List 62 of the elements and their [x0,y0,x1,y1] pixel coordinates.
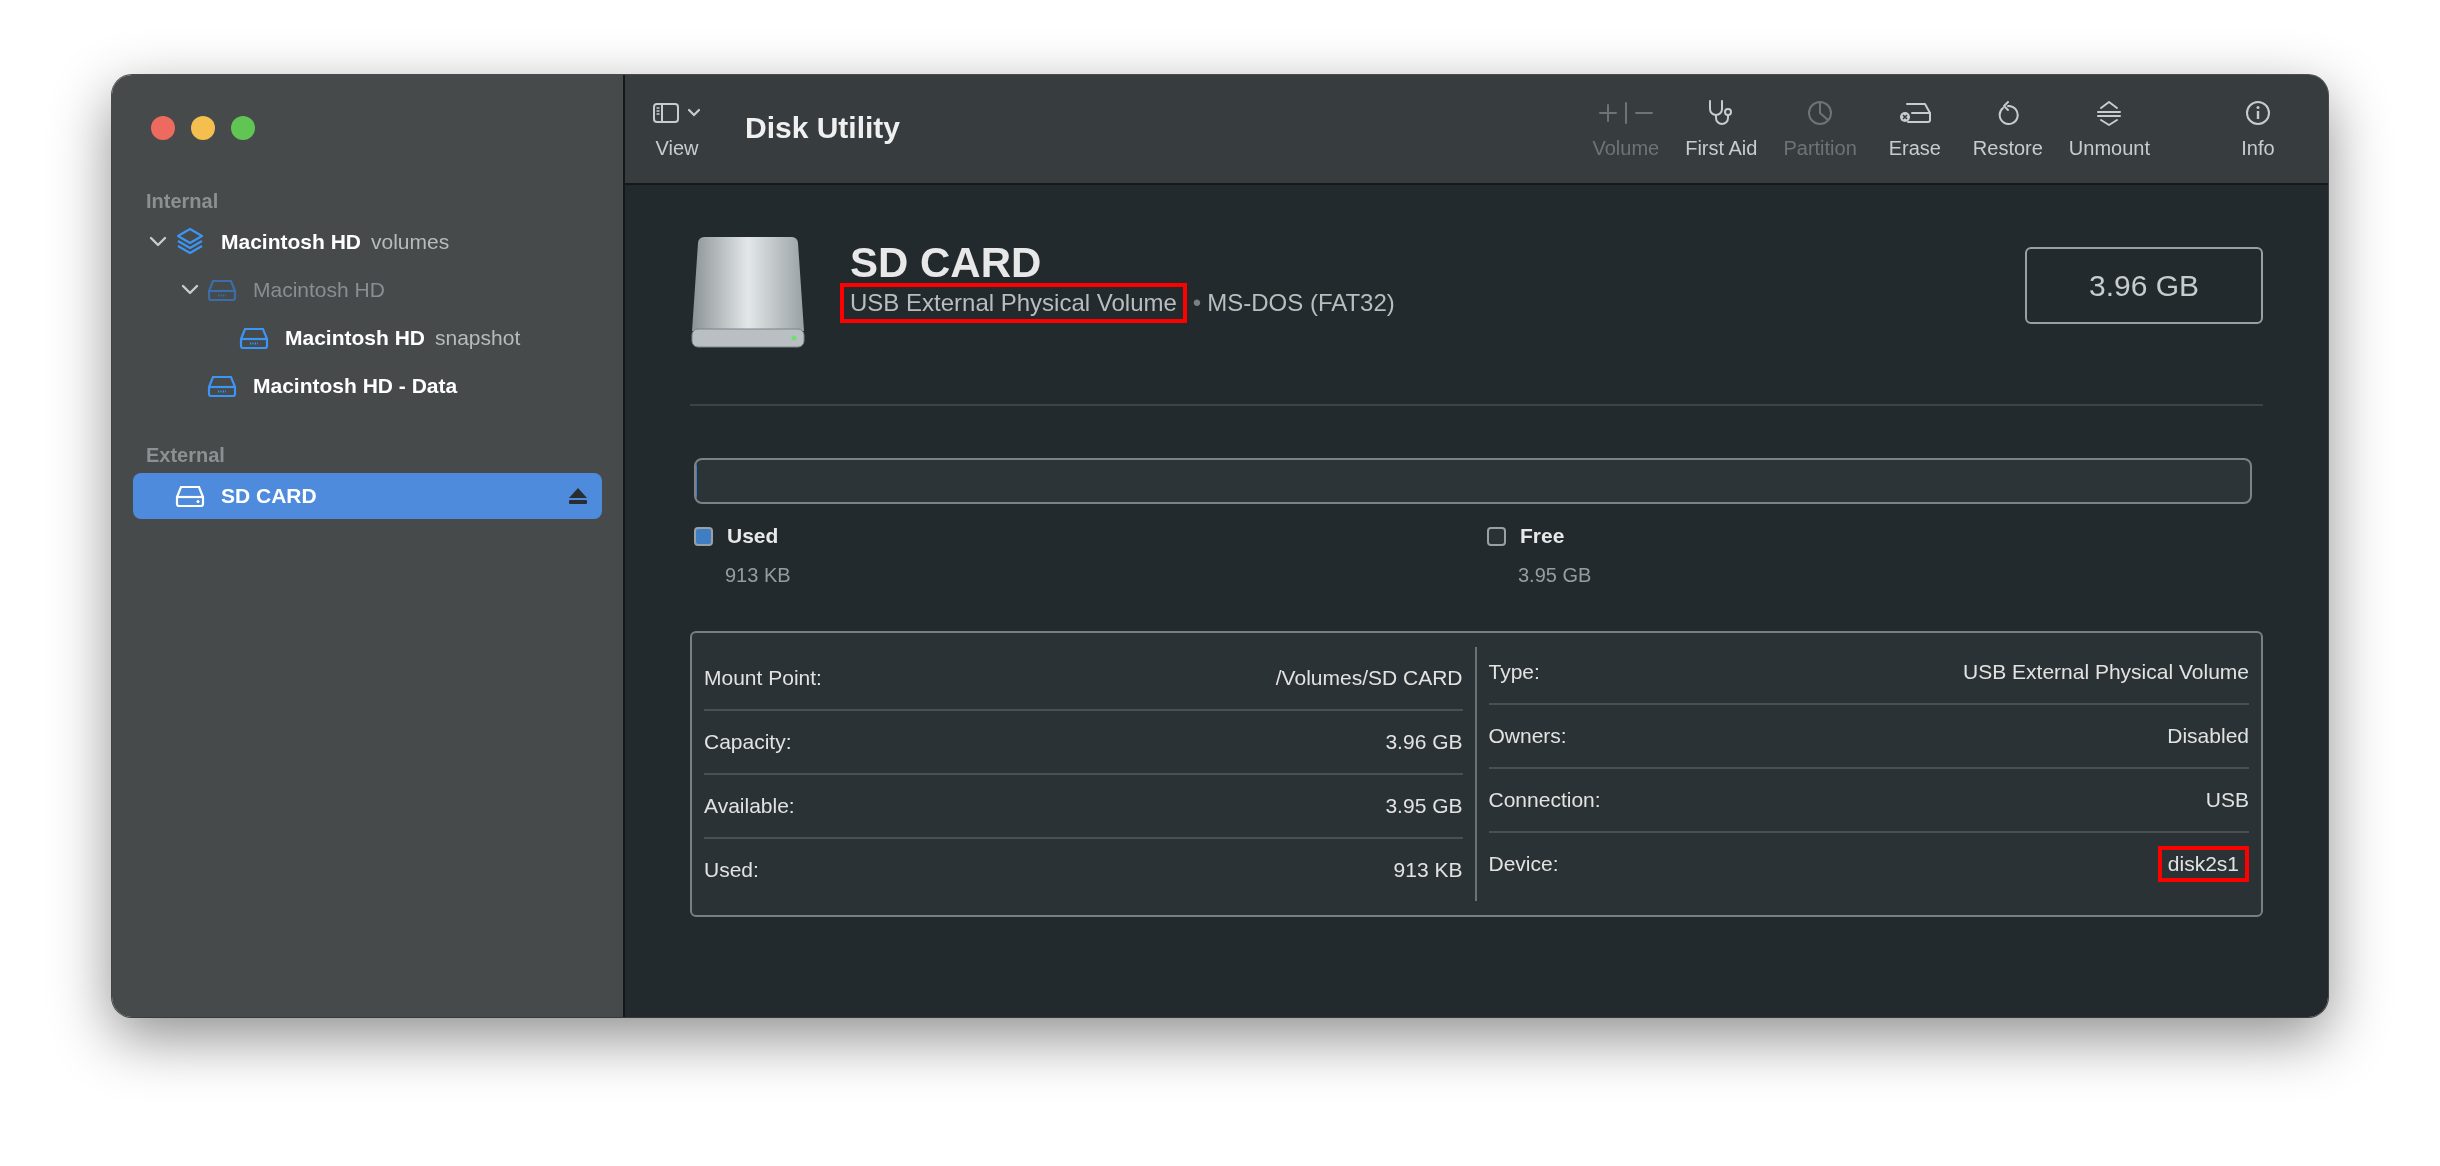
drive-icon [207,375,237,397]
close-button[interactable] [151,116,175,140]
zoom-button[interactable] [231,116,255,140]
eject-icon[interactable] [568,487,588,505]
info-value: 3.95 GB [1385,794,1463,818]
capacity-badge: 3.96 GB [2025,247,2263,324]
drive-icon [239,327,269,349]
section-title: External [145,443,225,468]
info-label: Owners: [1488,724,1567,748]
info-label: Connection: [1488,788,1601,812]
sidebar-item[interactable]: Macintosh HD - Data [133,363,602,409]
window-title: Disk Utility [745,111,901,145]
separator-dot: • [1192,289,1202,317]
legend-value: 3.95 GB [1518,564,1593,587]
sidebar-icon [653,102,679,123]
info-icon [2245,99,2271,126]
drive-icon [175,485,205,507]
item-name: Macintosh HD [285,326,425,350]
unmount-icon [2095,98,2124,127]
minimize-button[interactable] [191,116,215,140]
item-detail: snapshot [435,326,521,350]
info-label: Device: [1488,852,1559,876]
info-label: Type: [1488,660,1540,684]
info-label: Used: [704,858,759,882]
legend-label: Used [727,524,779,548]
info-label: Capacity: [704,730,792,754]
toolbar-button[interactable]: Unmount [2060,75,2158,183]
drive-icon [207,279,237,301]
volume-format: MS-DOS (FAT32) [1207,289,1395,317]
chevron-icon [687,107,701,118]
pie-chart-icon [1807,99,1834,126]
sidebar-item[interactable]: Macintosh HD volumes [133,219,602,265]
info-value: USB [2205,788,2249,812]
section-title: Internal [145,189,219,214]
info-value: /Volumes/SD CARD [1275,666,1463,690]
item-name: SD CARD [221,484,317,508]
info-label: Available: [704,794,795,818]
item-name: Macintosh HD [221,230,361,254]
toolbar-button[interactable]: Erase [1874,75,1955,183]
layers-icon [176,227,204,257]
toolbar-button[interactable]: Info [2218,75,2298,183]
info-value: USB External Physical Volume [1963,660,2249,684]
item-name: Macintosh HD - Data [253,374,458,398]
info-label: Mount Point: [704,666,822,690]
toolbar-button[interactable]: First Aid [1677,75,1766,183]
info-value: 913 KB [1393,858,1463,882]
toolbar-button[interactable]: Restore [1964,75,2051,183]
legend-value: 913 KB [725,564,792,587]
info-value: 3.96 GB [1385,730,1463,754]
item-name: Macintosh HD [253,278,385,302]
item-detail: volumes [371,230,450,254]
sidebar-item[interactable]: SD CARD [133,473,602,519]
sidebar-item[interactable]: Macintosh HD snapshot [133,315,602,361]
view-button[interactable]: View [653,75,701,183]
legend-label: Free [1520,524,1565,548]
chevron-icon[interactable] [181,284,199,296]
volume-name: SD CARD [850,239,1043,287]
info-value: disk2s1 [2167,852,2239,875]
info-value: Disabled [2167,724,2249,748]
chevron-icon[interactable] [149,236,167,248]
volume-type: USB External Physical Volume [850,289,1177,316]
drive-icon [1897,100,1932,125]
